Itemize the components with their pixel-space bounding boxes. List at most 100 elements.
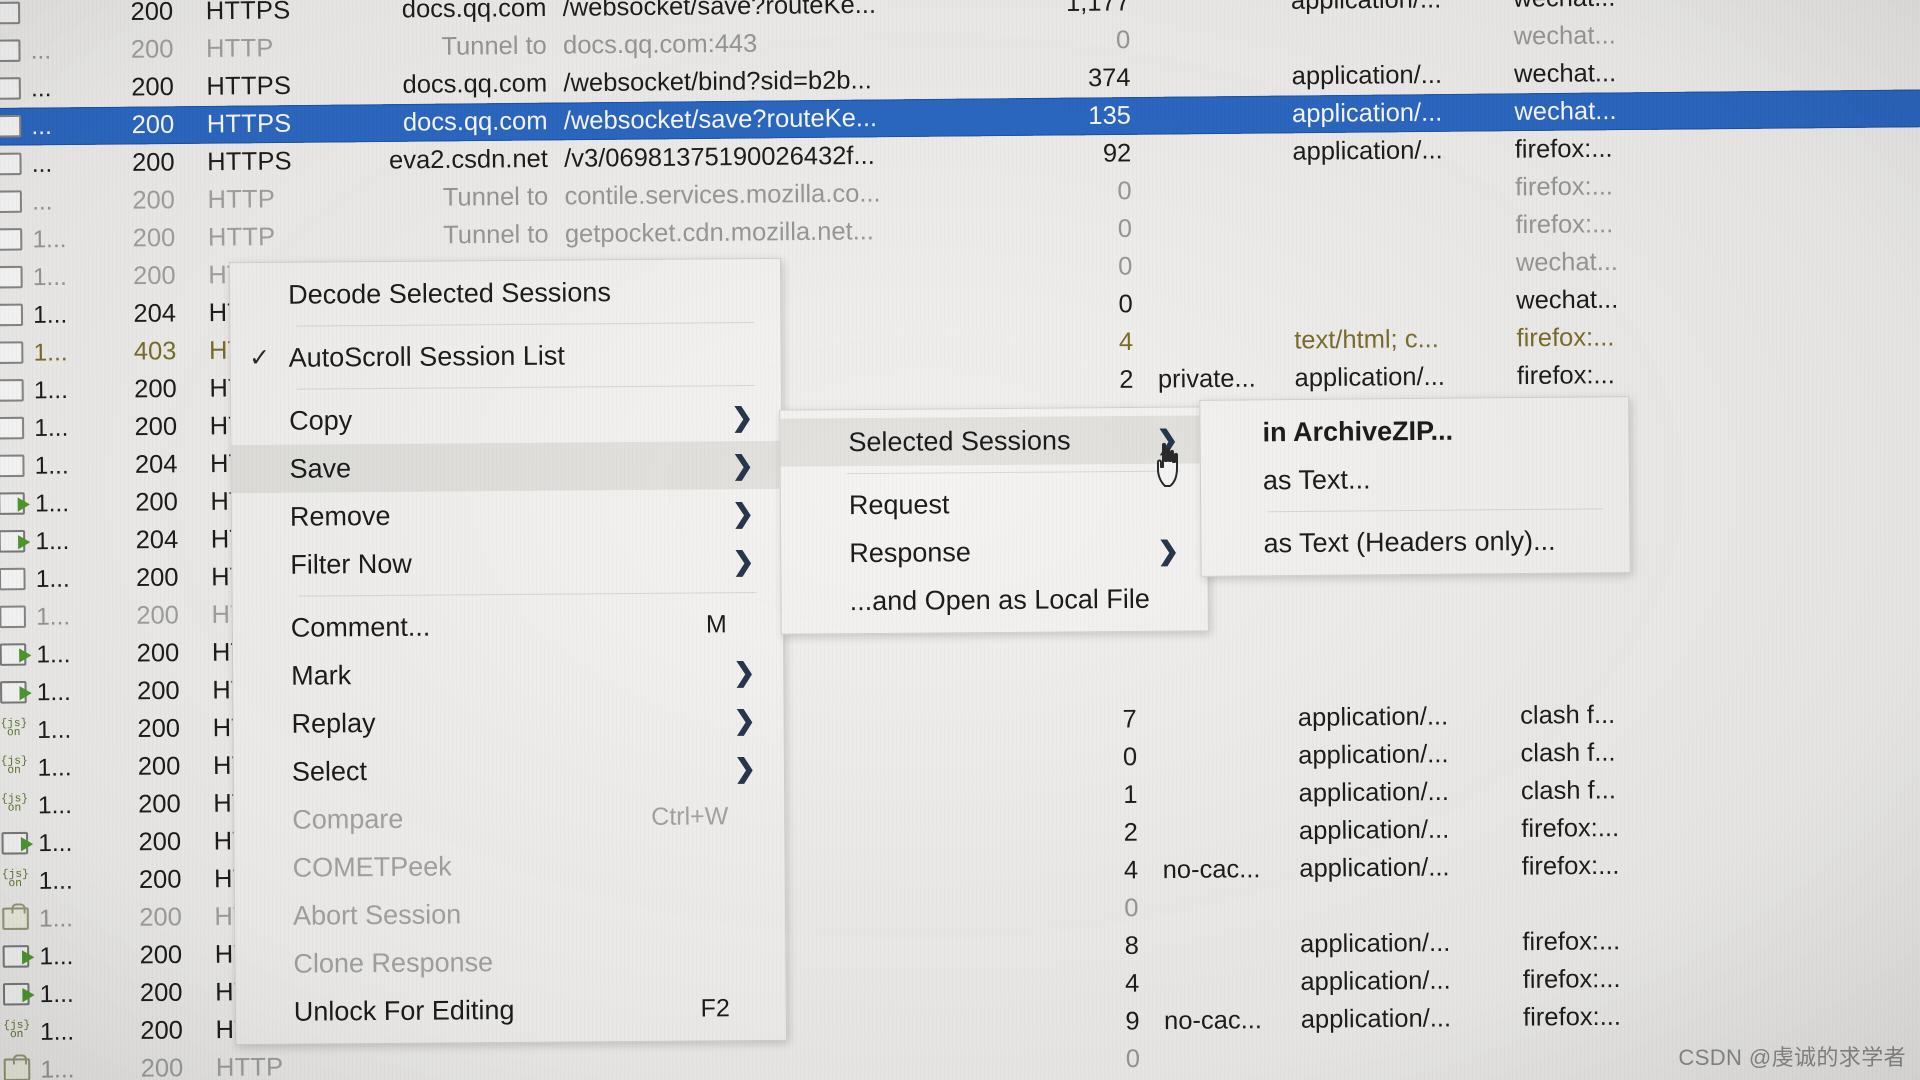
session-caching [1136,681,1281,682]
menu-item-decode-selected-sessions[interactable]: Decode Selected Sessions [230,267,780,319]
arrow-icon [0,681,27,705]
menu-item-select[interactable]: Select ❯ [234,744,784,796]
session-result: 200 [139,940,183,970]
session-number: ... [30,74,52,103]
session-content-type [1280,603,1498,605]
session-process: wechat... [1493,0,1697,14]
chevron-right-icon: ❯ [1156,424,1179,455]
session-result: 200 [138,865,182,895]
menu-item-autoscroll-session-list[interactable]: ✓ AutoScroll Session List [230,330,780,382]
session-number: 1... [33,300,68,329]
session-body-size: 0 [1118,252,1133,281]
session-result: 200 [138,789,181,819]
session-content-type: application/... [1300,966,1451,997]
fiddler-window: 200 HTTPS docs.qq.com/websocket/save?route… [0,0,1920,1080]
session-icon: {js} on [0,1020,40,1044]
session-caching [1132,228,1277,229]
selected-sessions-submenu[interactable]: in ArchiveZIP... as Text... as Text (Heade… [1199,396,1631,577]
session-process: clash f... [1520,738,1616,768]
session-content-type [1277,263,1495,265]
session-content-type: application/... [1291,60,1443,91]
menu-item-unlock-for-editing[interactable]: Unlock For Editing F2 [236,984,786,1036]
json-icon: {js} on [0,755,28,778]
page-icon [0,266,23,290]
session-number: 1... [37,753,72,782]
session-body-size: 0 [1118,289,1133,319]
session-number: 1... [38,828,73,857]
session-caching [1132,190,1277,191]
session-result: 200 [134,412,178,442]
session-content-type: application/... [1291,98,1443,129]
session-protocol: HTTPS [206,109,292,139]
session-context-menu[interactable]: Decode Selected Sessions ✓ AutoScroll Sess… [228,257,788,1046]
menu-item-filter-now[interactable]: Filter Now ❯ [232,537,782,589]
chevron-right-icon: ❯ [731,449,754,480]
menu-separator [846,470,1181,475]
session-number: 1... [39,979,74,1008]
session-body-size: 1 [1123,780,1138,810]
menu-item-as-text-headers-only[interactable]: as Text (Headers only)... [1201,516,1629,568]
menu-item-replay[interactable]: Replay ❯ [233,696,783,748]
session-icon [0,341,34,365]
menu-item-response[interactable]: Response ❯ [781,526,1207,577]
session-body-size: 2 [1119,365,1134,395]
session-body-size: 0 [1117,176,1132,206]
save-submenu[interactable]: Selected Sessions ❯ Request Response ❯ ...and… [779,406,1209,635]
session-number: 1... [35,527,70,555]
menu-item-in-archivezip[interactable]: in ArchiveZIP... [1200,405,1628,457]
session-caching [1136,643,1281,644]
session-number: 1... [38,904,74,933]
session-result: 200 [135,487,178,517]
session-icon [0,2,30,25]
session-content-type: application/... [1275,0,1494,16]
session-process: wechat... [1514,96,1617,127]
session-icon [0,190,32,214]
session-caching [1130,39,1275,40]
session-result: 200 [131,72,174,102]
session-body-size [991,644,1136,645]
menu-item-selected-sessions[interactable]: Selected Sessions ❯ [780,415,1207,467]
session-number: 1... [37,791,73,820]
menu-item-label: Remove [289,500,391,532]
menu-item-label: Decode Selected Sessions [288,276,611,310]
session-result: 200 [138,827,182,857]
menu-item-comment[interactable]: Comment... M [233,600,783,652]
menu-item-as-text[interactable]: as Text... [1201,453,1629,505]
session-content-type [1278,301,1496,303]
session-url: docs.qq.com:443 [562,29,758,60]
session-process: wechat... [1516,285,1619,315]
menu-item-label: as Text... [1262,463,1371,495]
menu-item-and-open-as-local-file[interactable]: ...and Open as Local File [781,574,1207,625]
menu-item-mark[interactable]: Mark ❯ [233,648,783,700]
session-icon [0,643,37,667]
menu-item-accelerator: F2 [700,993,730,1022]
session-protocol: HTTP [205,33,274,64]
session-protocol: HTTPS [205,0,291,26]
menu-item-request[interactable]: Request [781,478,1207,529]
session-process: firefox:... [1521,851,1620,881]
session-body-size: 0 [1122,742,1138,772]
session-body-size: 4 [1123,855,1139,885]
menu-item-label: AutoScroll Session List [288,340,565,373]
session-number: 1... [32,262,68,291]
session-body-size: 2 [1123,818,1138,847]
menu-item-copy[interactable]: Copy ❯ [231,393,781,445]
session-body-size: 4 [1124,969,1140,998]
session-icon [0,455,35,478]
session-content-type [1277,226,1495,228]
session-process [1503,1054,1707,1056]
menu-item-abort-session: Abort Session [235,888,785,940]
session-caching [1137,718,1282,719]
session-caching [1139,983,1284,984]
session-process: firefox:... [1516,322,1615,353]
menu-item-save[interactable]: Save ❯ [231,440,782,494]
session-number: 1... [38,866,73,895]
session-number: 1... [37,715,72,744]
session-process: firefox:... [1521,813,1620,844]
menu-item-remove[interactable]: Remove ❯ [232,489,782,541]
session-icon [0,39,31,63]
session-number: ... [30,36,52,65]
session-result: 200 [130,34,174,64]
session-number: ... [31,112,52,140]
session-url: /websocket/save?routeKe... [563,103,878,136]
